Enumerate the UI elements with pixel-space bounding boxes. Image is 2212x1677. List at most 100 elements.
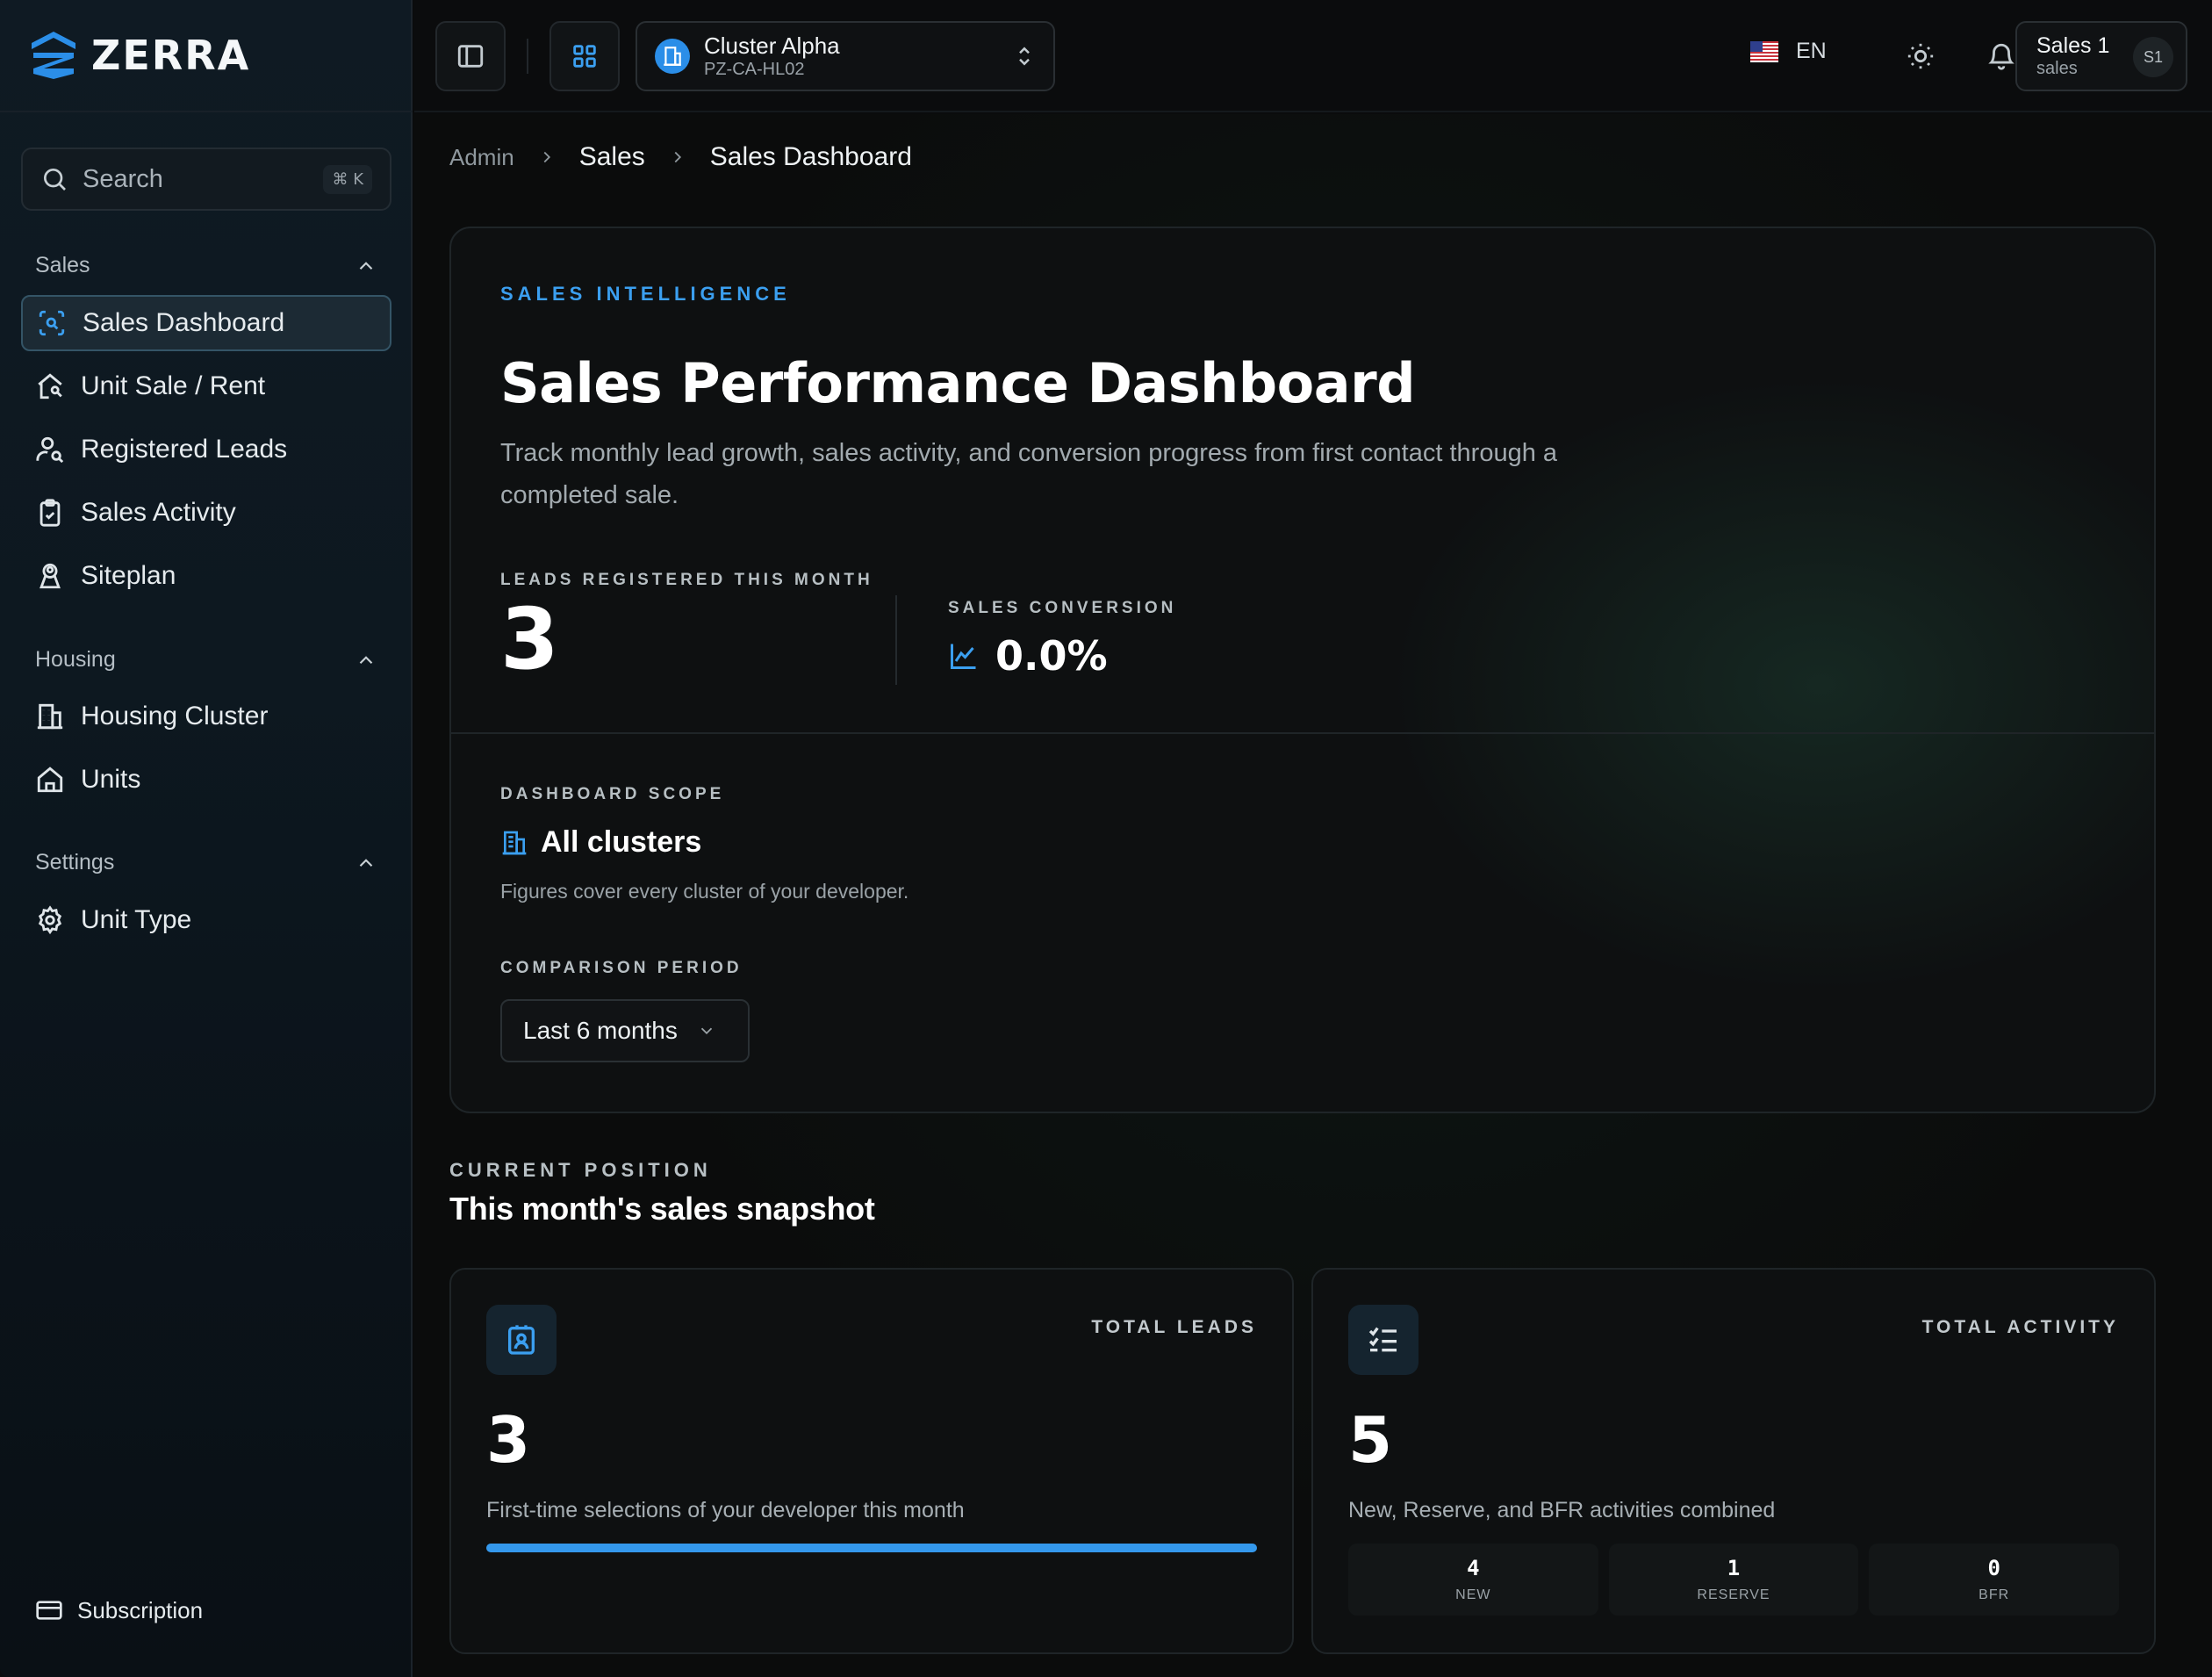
topbar-divider (527, 39, 528, 74)
hero-eyebrow: SALES INTELLIGENCE (500, 283, 791, 305)
user-text: Sales 1 sales (2036, 33, 2109, 79)
credit-card-icon (36, 1601, 62, 1620)
group-settings-label: Settings (35, 850, 115, 874)
chevron-up-icon (359, 858, 373, 867)
sales-conversion-value: 0.0% (995, 632, 1108, 680)
activity-bfr-value: 0 (1987, 1556, 2000, 1580)
group-housing-label: Housing (35, 647, 116, 672)
breadcrumb: Admin Sales Sales Dashboard (449, 142, 912, 172)
comparison-period-value: Last 6 months (523, 1017, 678, 1044)
sidebar-item-label: Housing Cluster (81, 702, 269, 731)
cluster-switcher[interactable]: Cluster Alpha PZ-CA-HL02 (636, 21, 1055, 91)
sidebar-item-label: Siteplan (81, 561, 176, 590)
topbar: Cluster Alpha PZ-CA-HL02 EN Sales 1 sale… (414, 0, 2212, 112)
activity-reserve-label: RESERVE (1697, 1587, 1770, 1602)
activity-reserve: 1 RESERVE (1608, 1544, 1859, 1616)
hero-card: SALES INTELLIGENCE Sales Performance Das… (449, 227, 2156, 1113)
sidebar: ZERRA Search ⌘ K Sales Sales Dashboard U… (0, 0, 413, 1677)
line-chart-icon (951, 644, 976, 669)
total-leads-description: First-time selections of your developer … (486, 1498, 965, 1522)
total-leads-progress (486, 1544, 1257, 1552)
group-sales-header[interactable]: Sales (35, 253, 377, 278)
sidebar-item-sales-dashboard[interactable]: Sales Dashboard (21, 295, 391, 351)
home-icon (37, 767, 63, 793)
total-leads-card: TOTAL LEADS 3 First-time selections of y… (449, 1268, 1294, 1654)
activity-new: 4 NEW (1348, 1544, 1598, 1616)
avatar: S1 (2133, 37, 2173, 77)
search-icon (44, 169, 66, 191)
dashboard-scope-note: Figures cover every cluster of your deve… (500, 880, 909, 903)
cluster-code: PZ-CA-HL02 (704, 60, 805, 79)
us-flag-icon (1750, 40, 1778, 62)
kpi-divider (895, 595, 897, 685)
sales-conversion: 0.0% (948, 632, 1108, 680)
activity-reserve-value: 1 (1727, 1556, 1741, 1580)
activity-new-value: 4 (1467, 1556, 1480, 1580)
group-settings-header[interactable]: Settings (35, 850, 377, 875)
sidebar-item-label: Unit Type (81, 905, 192, 934)
sidebar-item-subscription[interactable]: Subscription (35, 1596, 203, 1624)
sidebar-item-siteplan[interactable]: Siteplan (21, 548, 391, 604)
sidebar-item-label: Units (81, 765, 141, 794)
building-icon (502, 831, 527, 854)
leads-registered-label: LEADS REGISTERED THIS MONTH (500, 571, 873, 589)
comparison-period-label: COMPARISON PERIOD (500, 959, 743, 977)
sidebar-item-unit-sale-rent[interactable]: Unit Sale / Rent (21, 358, 391, 414)
clipboard-check-icon (40, 499, 61, 527)
sidebar-item-label: Sales Dashboard (83, 308, 285, 337)
sidebar-item-registered-leads[interactable]: Registered Leads (21, 421, 391, 478)
building-icon (664, 47, 681, 66)
breadcrumb-admin[interactable]: Admin (449, 144, 514, 171)
user-menu-button[interactable]: Sales 1 sales S1 (2015, 21, 2187, 91)
activity-breakdown: 4 NEW 1 RESERVE 0 BFR (1348, 1544, 2120, 1616)
sidebar-item-label: Unit Sale / Rent (81, 371, 266, 400)
breadcrumb-current: Sales Dashboard (709, 142, 912, 171)
sidebar-item-label: Sales Activity (81, 498, 236, 527)
sidebar-item-label: Registered Leads (81, 435, 288, 464)
user-name: Sales 1 (2036, 33, 2110, 58)
comparison-period-select[interactable]: Last 6 months (500, 999, 750, 1062)
zerra-logo-icon (32, 32, 75, 79)
chevron-right-icon (543, 151, 550, 163)
house-key-icon (38, 373, 62, 399)
toggle-sidebar-button[interactable] (435, 21, 506, 91)
total-leads-label: TOTAL LEADS (1091, 1317, 1257, 1337)
apps-grid-button[interactable] (549, 21, 620, 91)
sidebar-item-housing-cluster[interactable]: Housing Cluster (21, 688, 391, 745)
cluster-avatar (655, 39, 690, 74)
language-code: EN (1796, 39, 1827, 63)
main-content: Admin Sales Sales Dashboard SALES INTELL… (414, 114, 2212, 1677)
search-placeholder: Search (83, 164, 163, 193)
dashboard-scope: All clusters (500, 825, 701, 860)
snapshot-eyebrow: CURRENT POSITION (449, 1159, 712, 1181)
cluster-name: Cluster Alpha (704, 32, 840, 59)
search-input[interactable]: Search ⌘ K (21, 148, 391, 211)
dashboard-scope-label: DASHBOARD SCOPE (500, 785, 725, 803)
building-icon (37, 703, 63, 730)
group-housing-header[interactable]: Housing (35, 647, 377, 673)
leads-registered-value: 3 (500, 590, 559, 688)
chevrons-up-down-icon (1019, 47, 1030, 66)
breadcrumb-sales[interactable]: Sales (579, 142, 645, 172)
chevron-right-icon (674, 151, 681, 163)
sidebar-item-units[interactable]: Units (21, 752, 391, 808)
sidebar-item-unit-type[interactable]: Unit Type (21, 892, 391, 948)
progress-fill (486, 1544, 1257, 1552)
brand[interactable]: ZERRA (0, 0, 413, 112)
total-activity-card: TOTAL ACTIVITY 5 New, Reserve, and BFR a… (1311, 1268, 2156, 1654)
total-activity-label: TOTAL ACTIVITY (1921, 1317, 2119, 1337)
gear-icon (38, 905, 62, 935)
total-leads-value: 3 (486, 1403, 531, 1477)
language-switcher[interactable]: EN (1750, 39, 1827, 64)
search-shortcut: ⌘ K (323, 164, 372, 194)
grid-icon (573, 45, 596, 68)
chevron-up-icon (359, 261, 373, 270)
snapshot-title: This month's sales snapshot (449, 1191, 875, 1227)
theme-toggle-button[interactable] (1885, 21, 1956, 91)
sun-icon (1907, 43, 1934, 69)
activity-bfr: 0 BFR (1869, 1544, 2120, 1616)
sidebar-item-sales-activity[interactable]: Sales Activity (21, 485, 391, 541)
user-role: sales (2036, 59, 2078, 78)
total-activity-value: 5 (1348, 1403, 1393, 1477)
group-sales-label: Sales (35, 253, 90, 277)
